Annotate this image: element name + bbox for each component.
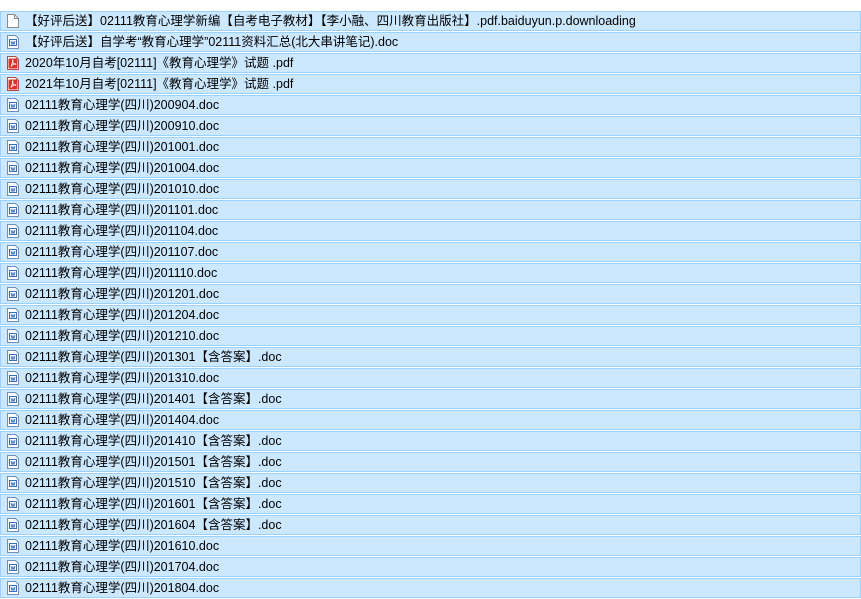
doc-file-icon xyxy=(7,413,19,427)
blank-file-icon xyxy=(7,14,19,28)
file-row[interactable]: 02111教育心理学(四川)201110.doc xyxy=(0,263,861,283)
doc-file-icon xyxy=(7,329,19,343)
file-name: 02111教育心理学(四川)201201.doc xyxy=(25,287,220,301)
doc-file-icon xyxy=(7,98,19,112)
file-name: 02111教育心理学(四川)201401【含答案】.doc xyxy=(25,392,282,406)
pdf-file-icon xyxy=(7,56,19,70)
doc-file-icon xyxy=(7,182,19,196)
file-row[interactable]: 02111教育心理学(四川)201301【含答案】.doc xyxy=(0,347,861,367)
file-row[interactable]: 02111教育心理学(四川)201010.doc xyxy=(0,179,861,199)
file-row[interactable]: 02111教育心理学(四川)201501【含答案】.doc xyxy=(0,452,861,472)
file-name: 【好评后送】自学考“教育心理学”02111资料汇总(北大串讲笔记).doc xyxy=(25,35,399,49)
file-row[interactable]: 02111教育心理学(四川)201210.doc xyxy=(0,326,861,346)
pdf-file-icon xyxy=(7,77,19,91)
doc-file-icon xyxy=(7,224,19,238)
file-row[interactable]: 02111教育心理学(四川)201610.doc xyxy=(0,536,861,556)
file-name: 【好评后送】02111教育心理学新编【自考电子教材】【李小融、四川教育出版社】.… xyxy=(25,14,636,28)
file-row[interactable]: 02111教育心理学(四川)201001.doc xyxy=(0,137,861,157)
file-row[interactable]: 2020年10月自考[02111]《教育心理学》试题 .pdf xyxy=(0,53,861,73)
file-row[interactable]: 02111教育心理学(四川)201604【含答案】.doc xyxy=(0,515,861,535)
doc-file-icon xyxy=(7,476,19,490)
doc-file-icon xyxy=(7,497,19,511)
doc-file-icon xyxy=(7,518,19,532)
doc-file-icon xyxy=(7,140,19,154)
doc-file-icon xyxy=(7,287,19,301)
doc-file-icon xyxy=(7,581,19,595)
file-row[interactable]: 02111教育心理学(四川)201104.doc xyxy=(0,221,861,241)
file-name: 02111教育心理学(四川)201001.doc xyxy=(25,140,220,154)
file-name: 02111教育心理学(四川)201301【含答案】.doc xyxy=(25,350,282,364)
file-row[interactable]: 02111教育心理学(四川)201601【含答案】.doc xyxy=(0,494,861,514)
file-row[interactable]: 02111教育心理学(四川)200904.doc xyxy=(0,95,861,115)
file-name: 02111教育心理学(四川)201310.doc xyxy=(25,371,220,385)
file-row[interactable]: 02111教育心理学(四川)201804.doc xyxy=(0,578,861,598)
file-name: 02111教育心理学(四川)201601【含答案】.doc xyxy=(25,497,282,511)
file-row[interactable]: 02111教育心理学(四川)201107.doc xyxy=(0,242,861,262)
file-row[interactable]: 02111教育心理学(四川)201510【含答案】.doc xyxy=(0,473,861,493)
file-name: 02111教育心理学(四川)201501【含答案】.doc xyxy=(25,455,282,469)
file-name: 02111教育心理学(四川)201610.doc xyxy=(25,539,220,553)
file-row[interactable]: 02111教育心理学(四川)201204.doc xyxy=(0,305,861,325)
file-name: 02111教育心理学(四川)200910.doc xyxy=(25,119,220,133)
file-name: 02111教育心理学(四川)201101.doc xyxy=(25,203,219,217)
file-name: 02111教育心理学(四川)201110.doc xyxy=(25,266,218,280)
file-row[interactable]: 02111教育心理学(四川)201404.doc xyxy=(0,410,861,430)
file-name: 02111教育心理学(四川)201107.doc xyxy=(25,245,219,259)
doc-file-icon xyxy=(7,245,19,259)
doc-file-icon xyxy=(7,392,19,406)
doc-file-icon xyxy=(7,266,19,280)
file-name: 02111教育心理学(四川)201410【含答案】.doc xyxy=(25,434,282,448)
file-name: 02111教育心理学(四川)201804.doc xyxy=(25,581,220,595)
file-name: 02111教育心理学(四川)201510【含答案】.doc xyxy=(25,476,282,490)
doc-file-icon xyxy=(7,371,19,385)
file-row[interactable]: 【好评后送】02111教育心理学新编【自考电子教材】【李小融、四川教育出版社】.… xyxy=(0,11,861,31)
file-list: 【好评后送】02111教育心理学新编【自考电子教材】【李小融、四川教育出版社】.… xyxy=(0,11,861,599)
doc-file-icon xyxy=(7,455,19,469)
file-row[interactable]: 02111教育心理学(四川)201401【含答案】.doc xyxy=(0,389,861,409)
file-row[interactable]: 02111教育心理学(四川)201704.doc xyxy=(0,557,861,577)
file-row[interactable]: 02111教育心理学(四川)201004.doc xyxy=(0,158,861,178)
file-name: 02111教育心理学(四川)201704.doc xyxy=(25,560,220,574)
file-row[interactable]: 02111教育心理学(四川)201410【含答案】.doc xyxy=(0,431,861,451)
doc-file-icon xyxy=(7,161,19,175)
file-name: 02111教育心理学(四川)201010.doc xyxy=(25,182,220,196)
doc-file-icon xyxy=(7,308,19,322)
file-name: 02111教育心理学(四川)201604【含答案】.doc xyxy=(25,518,282,532)
file-row[interactable]: 02111教育心理学(四川)200910.doc xyxy=(0,116,861,136)
file-name: 2020年10月自考[02111]《教育心理学》试题 .pdf xyxy=(25,56,294,70)
file-name: 02111教育心理学(四川)201104.doc xyxy=(25,224,219,238)
file-row[interactable]: 02111教育心理学(四川)201310.doc xyxy=(0,368,861,388)
file-row[interactable]: 【好评后送】自学考“教育心理学”02111资料汇总(北大串讲笔记).doc xyxy=(0,32,861,52)
doc-file-icon xyxy=(7,560,19,574)
file-name: 02111教育心理学(四川)201404.doc xyxy=(25,413,220,427)
file-row[interactable]: 02111教育心理学(四川)201201.doc xyxy=(0,284,861,304)
doc-file-icon xyxy=(7,203,19,217)
doc-file-icon xyxy=(7,539,19,553)
file-name: 02111教育心理学(四川)200904.doc xyxy=(25,98,220,112)
doc-file-icon xyxy=(7,434,19,448)
file-name: 02111教育心理学(四川)201004.doc xyxy=(25,161,220,175)
file-name: 02111教育心理学(四川)201204.doc xyxy=(25,308,220,322)
file-name: 2021年10月自考[02111]《教育心理学》试题 .pdf xyxy=(25,77,294,91)
doc-file-icon xyxy=(7,119,19,133)
doc-file-icon xyxy=(7,350,19,364)
file-name: 02111教育心理学(四川)201210.doc xyxy=(25,329,220,343)
doc-file-icon xyxy=(7,35,19,49)
file-row[interactable]: 02111教育心理学(四川)201101.doc xyxy=(0,200,861,220)
file-row[interactable]: 2021年10月自考[02111]《教育心理学》试题 .pdf xyxy=(0,74,861,94)
